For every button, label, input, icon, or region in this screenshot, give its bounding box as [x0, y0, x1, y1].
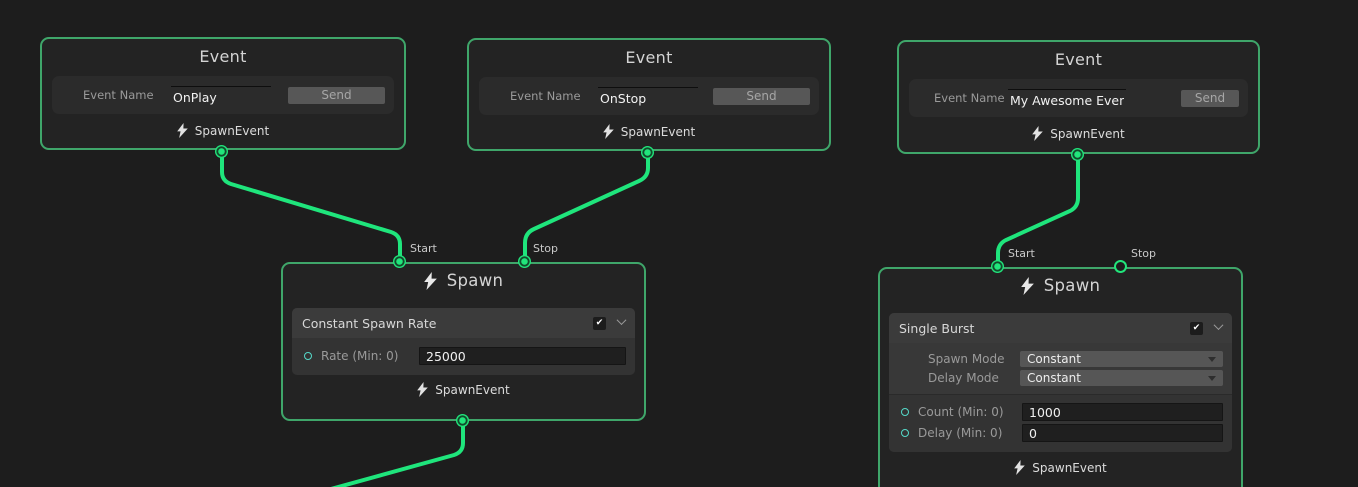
send-button[interactable]: Send [713, 88, 810, 105]
spawn-event-bolt-icon [177, 123, 188, 138]
stop-port-label: Stop [533, 242, 558, 255]
delay-input[interactable] [1022, 424, 1223, 442]
event-name-label: Event Name [83, 88, 171, 102]
start-port-label: Start [1008, 247, 1035, 260]
rate-label: Rate (Min: 0) [321, 349, 419, 363]
node-title: Spawn [447, 271, 504, 290]
spawn-mode-dropdown[interactable]: Constant [1020, 351, 1223, 367]
output-port-label: SpawnEvent [195, 124, 269, 138]
event-settings-panel: Event Name Send [909, 79, 1248, 117]
delay-label: Delay (Min: 0) [918, 426, 1022, 440]
node-title: Spawn [1044, 276, 1101, 295]
spawn-stop-port[interactable] [518, 255, 531, 268]
block-fields-section: Count (Min: 0) Delay (Min: 0) [889, 394, 1232, 452]
event-settings-panel: Event Name Send [52, 76, 394, 114]
dropdown-arrow-icon [1208, 376, 1216, 381]
event-output-port[interactable] [1071, 148, 1084, 161]
block-enabled-checkbox[interactable]: ✔ [1190, 322, 1203, 335]
event-node-onplay[interactable]: Event Event Name Send SpawnEvent [40, 37, 406, 150]
block-header[interactable]: Constant Spawn Rate ✔ [292, 308, 635, 338]
event-name-input[interactable] [598, 87, 698, 106]
dropdown-arrow-icon [1208, 357, 1216, 362]
vfx-graph-canvas[interactable]: Event Event Name Send SpawnEvent Event E… [0, 0, 1358, 487]
spawn-context-bolt-icon [424, 272, 437, 290]
chevron-down-icon[interactable] [617, 315, 627, 325]
block-settings-section: Spawn Mode Constant Delay Mode Constant [889, 343, 1232, 394]
dropdown-value: Constant [1027, 371, 1081, 385]
event-node-onstop[interactable]: Event Event Name Send SpawnEvent [467, 38, 831, 151]
node-title: Event [469, 40, 829, 76]
event-name-input[interactable] [1008, 89, 1126, 108]
node-title: Event [42, 39, 404, 75]
edge-onplay-to-start[interactable] [222, 152, 400, 262]
spawn-output-port[interactable] [456, 414, 469, 427]
spawn-event-bolt-icon [603, 124, 614, 139]
delay-mode-label: Delay Mode [928, 371, 1020, 385]
event-settings-panel: Event Name Send [479, 77, 819, 115]
output-port-label: SpawnEvent [1050, 127, 1124, 141]
chevron-down-icon[interactable] [1214, 320, 1224, 330]
event-node-awesome[interactable]: Event Event Name Send SpawnEvent [897, 40, 1260, 154]
stop-port-label: Stop [1131, 247, 1156, 260]
edge-spawn-output-down[interactable] [331, 421, 463, 487]
spawn-node-single-burst[interactable]: Spawn Single Burst ✔ Spawn Mode Constant [878, 267, 1243, 487]
spawn-start-port[interactable] [393, 255, 406, 268]
event-name-label: Event Name [510, 89, 598, 103]
float-port-icon[interactable] [901, 429, 909, 437]
node-title: Event [899, 42, 1258, 78]
count-input[interactable] [1022, 403, 1223, 421]
output-port-label: SpawnEvent [1032, 461, 1106, 475]
delay-mode-dropdown[interactable]: Constant [1020, 370, 1223, 386]
dropdown-value: Constant [1027, 352, 1081, 366]
spawn-mode-label: Spawn Mode [928, 352, 1020, 366]
spawn-start-port[interactable] [991, 260, 1004, 273]
single-burst-block[interactable]: Single Burst ✔ Spawn Mode Constant Delay… [889, 313, 1232, 452]
count-label: Count (Min: 0) [918, 405, 1022, 419]
block-enabled-checkbox[interactable]: ✔ [593, 317, 606, 330]
spawn-event-bolt-icon [1014, 460, 1025, 475]
event-output-port[interactable] [215, 145, 228, 158]
rate-input[interactable] [419, 347, 626, 365]
float-port-icon[interactable] [901, 408, 909, 416]
send-button[interactable]: Send [288, 87, 385, 104]
float-port-icon[interactable] [304, 352, 312, 360]
event-name-label: Event Name [934, 91, 1008, 105]
event-name-input[interactable] [171, 86, 271, 105]
spawn-event-bolt-icon [1032, 126, 1043, 141]
spawn-stop-port[interactable] [1114, 260, 1127, 273]
output-port-label: SpawnEvent [621, 125, 695, 139]
event-output-port[interactable] [641, 146, 654, 159]
block-title: Constant Spawn Rate [302, 316, 436, 331]
constant-spawn-rate-block[interactable]: Constant Spawn Rate ✔ Rate (Min: 0) [292, 308, 635, 375]
spawn-event-bolt-icon [417, 382, 428, 397]
spawn-node-constant[interactable]: Spawn Constant Spawn Rate ✔ Rate (Min: 0… [281, 262, 646, 421]
output-port-label: SpawnEvent [435, 383, 509, 397]
start-port-label: Start [410, 242, 437, 255]
block-title: Single Burst [899, 321, 974, 336]
spawn-context-bolt-icon [1021, 277, 1034, 295]
block-header[interactable]: Single Burst ✔ [889, 313, 1232, 343]
send-button[interactable]: Send [1181, 90, 1239, 107]
